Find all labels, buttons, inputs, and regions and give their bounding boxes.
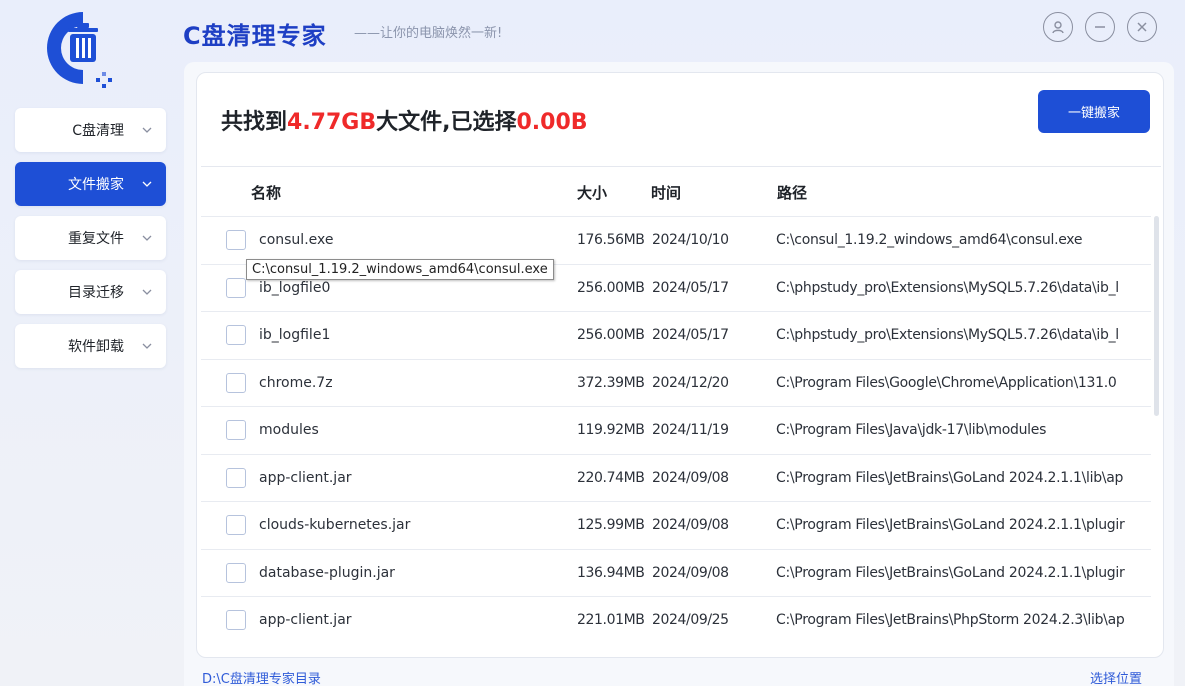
table-row[interactable]: app-client.jar 221.01MB 2024/09/25 C:\Pr… xyxy=(201,596,1151,644)
file-path: C:\phpstudy_pro\Extensions\MySQL5.7.26\d… xyxy=(776,327,1119,343)
file-time: 2024/09/25 xyxy=(652,612,729,628)
row-checkbox[interactable] xyxy=(226,372,246,393)
table-row[interactable]: consul.exe 176.56MB 2024/10/10 C:\consul… xyxy=(201,216,1151,264)
chevron-down-icon xyxy=(142,289,152,295)
file-size: 176.56MB xyxy=(577,232,645,248)
file-path: C:\Program Files\JetBrains\PhpStorm 2024… xyxy=(776,612,1125,628)
path-tooltip: C:\consul_1.19.2_windows_amd64\consul.ex… xyxy=(246,259,554,280)
file-name: modules xyxy=(259,422,319,438)
window-controls xyxy=(1043,12,1157,42)
file-time: 2024/09/08 xyxy=(652,564,729,581)
table-row[interactable]: ib_logfile1 256.00MB 2024/05/17 C:\phpst… xyxy=(201,311,1151,359)
file-size: 220.74MB xyxy=(577,469,645,486)
summary-prefix: 共找到 xyxy=(221,110,288,135)
file-time: 2024/05/17 xyxy=(652,327,729,343)
file-time: 2024/11/19 xyxy=(652,422,729,438)
column-header-time[interactable]: 时间 xyxy=(651,182,681,203)
close-button[interactable] xyxy=(1127,12,1157,42)
sidebar-item-label: 重复文件 xyxy=(68,231,124,247)
file-size: 256.00MB xyxy=(577,327,645,343)
file-time: 2024/12/20 xyxy=(652,374,729,391)
row-checkbox[interactable] xyxy=(226,420,246,440)
file-path: C:\phpstudy_pro\Extensions\MySQL5.7.26\d… xyxy=(776,279,1119,296)
file-name: app-client.jar xyxy=(259,612,352,628)
minimize-icon xyxy=(1095,26,1105,28)
file-name: chrome.7z xyxy=(259,374,333,391)
row-checkbox[interactable] xyxy=(226,230,246,250)
file-path: C:\Program Files\JetBrains\GoLand 2024.2… xyxy=(776,564,1125,581)
file-size: 221.01MB xyxy=(577,612,645,628)
sidebar-item-file-move[interactable]: 文件搬家 xyxy=(15,162,166,206)
chevron-down-icon xyxy=(142,181,152,187)
sidebar-item-label: 目录迁移 xyxy=(68,285,124,301)
sidebar-item-duplicate-files[interactable]: 重复文件 xyxy=(15,216,166,260)
target-directory-link[interactable]: D:\C盘清理专家目录 xyxy=(202,668,321,686)
trash-bin-icon xyxy=(47,12,112,88)
sidebar-item-label: C盘清理 xyxy=(72,123,124,139)
file-name: clouds-kubernetes.jar xyxy=(259,517,411,533)
move-all-button[interactable]: 一键搬家 xyxy=(1038,90,1150,133)
summary-middle: 大文件,已选择 xyxy=(376,110,517,135)
app-title: C盘清理专家 xyxy=(183,22,327,50)
file-time: 2024/09/08 xyxy=(652,517,729,533)
file-name: app-client.jar xyxy=(259,469,352,486)
row-checkbox[interactable] xyxy=(226,467,246,488)
row-checkbox[interactable] xyxy=(226,562,246,583)
file-time: 2024/09/08 xyxy=(652,469,729,486)
choose-location-link[interactable]: 选择位置 xyxy=(1090,668,1142,686)
chevron-down-icon xyxy=(142,235,152,241)
selected-size: 0.00B xyxy=(516,110,588,135)
file-table: consul.exe 176.56MB 2024/10/10 C:\consul… xyxy=(201,216,1151,646)
row-checkbox[interactable] xyxy=(226,325,246,345)
file-size: 136.94MB xyxy=(577,564,645,581)
user-button[interactable] xyxy=(1043,12,1073,42)
file-time: 2024/10/10 xyxy=(652,232,729,248)
file-time: 2024/05/17 xyxy=(652,279,729,296)
file-path: C:\consul_1.19.2_windows_amd64\consul.ex… xyxy=(776,232,1083,248)
file-name: consul.exe xyxy=(259,232,334,248)
row-checkbox[interactable] xyxy=(226,277,246,298)
sidebar-item-uninstall[interactable]: 软件卸载 xyxy=(15,324,166,368)
row-checkbox[interactable] xyxy=(226,515,246,535)
table-scrollbar[interactable] xyxy=(1154,216,1159,416)
file-name: ib_logfile1 xyxy=(259,327,331,343)
file-path: C:\Program Files\JetBrains\GoLand 2024.2… xyxy=(776,469,1124,486)
file-size: 119.92MB xyxy=(577,422,645,438)
app-subtitle: ——让你的电脑焕然一新! xyxy=(354,26,503,41)
table-row[interactable]: clouds-kubernetes.jar 125.99MB 2024/09/0… xyxy=(201,501,1151,549)
sidebar-item-label: 文件搬家 xyxy=(68,177,124,193)
divider xyxy=(201,166,1161,167)
table-row[interactable]: app-client.jar 220.74MB 2024/09/08 C:\Pr… xyxy=(201,453,1151,502)
sidebar-item-c-clean[interactable]: C盘清理 xyxy=(15,108,166,152)
sidebar-item-dir-migrate[interactable]: 目录迁移 xyxy=(15,270,166,314)
sidebar-item-label: 软件卸载 xyxy=(68,339,124,355)
app-logo xyxy=(46,10,120,94)
file-name: database-plugin.jar xyxy=(259,564,395,581)
user-icon xyxy=(1052,21,1064,34)
summary-text: 共找到4.77GB大文件,已选择0.00B xyxy=(221,104,588,136)
file-path: C:\Program Files\JetBrains\GoLand 2024.2… xyxy=(776,517,1125,533)
found-size: 4.77GB xyxy=(287,110,377,135)
table-row[interactable]: chrome.7z 372.39MB 2024/12/20 C:\Program… xyxy=(201,358,1151,407)
column-header-name[interactable]: 名称 xyxy=(251,182,281,203)
file-size: 372.39MB xyxy=(577,374,645,391)
chevron-down-icon xyxy=(142,343,152,349)
file-path: C:\Program Files\Google\Chrome\Applicati… xyxy=(776,374,1117,391)
sidebar: C盘清理 文件搬家 重复文件 目录迁移 软件卸载 xyxy=(15,108,166,378)
column-header-path[interactable]: 路径 xyxy=(777,182,807,203)
minimize-button[interactable] xyxy=(1085,12,1115,42)
chevron-down-icon xyxy=(142,127,152,133)
table-row[interactable]: modules 119.92MB 2024/11/19 C:\Program F… xyxy=(201,406,1151,454)
file-name: ib_logfile0 xyxy=(259,279,331,296)
table-row[interactable]: database-plugin.jar 136.94MB 2024/09/08 … xyxy=(201,548,1151,597)
file-path: C:\Program Files\Java\jdk-17\lib\modules xyxy=(776,422,1047,438)
row-checkbox[interactable] xyxy=(226,610,246,630)
file-size: 256.00MB xyxy=(577,279,645,296)
close-icon xyxy=(1137,22,1147,32)
column-header-size[interactable]: 大小 xyxy=(577,182,607,203)
file-size: 125.99MB xyxy=(577,517,645,533)
